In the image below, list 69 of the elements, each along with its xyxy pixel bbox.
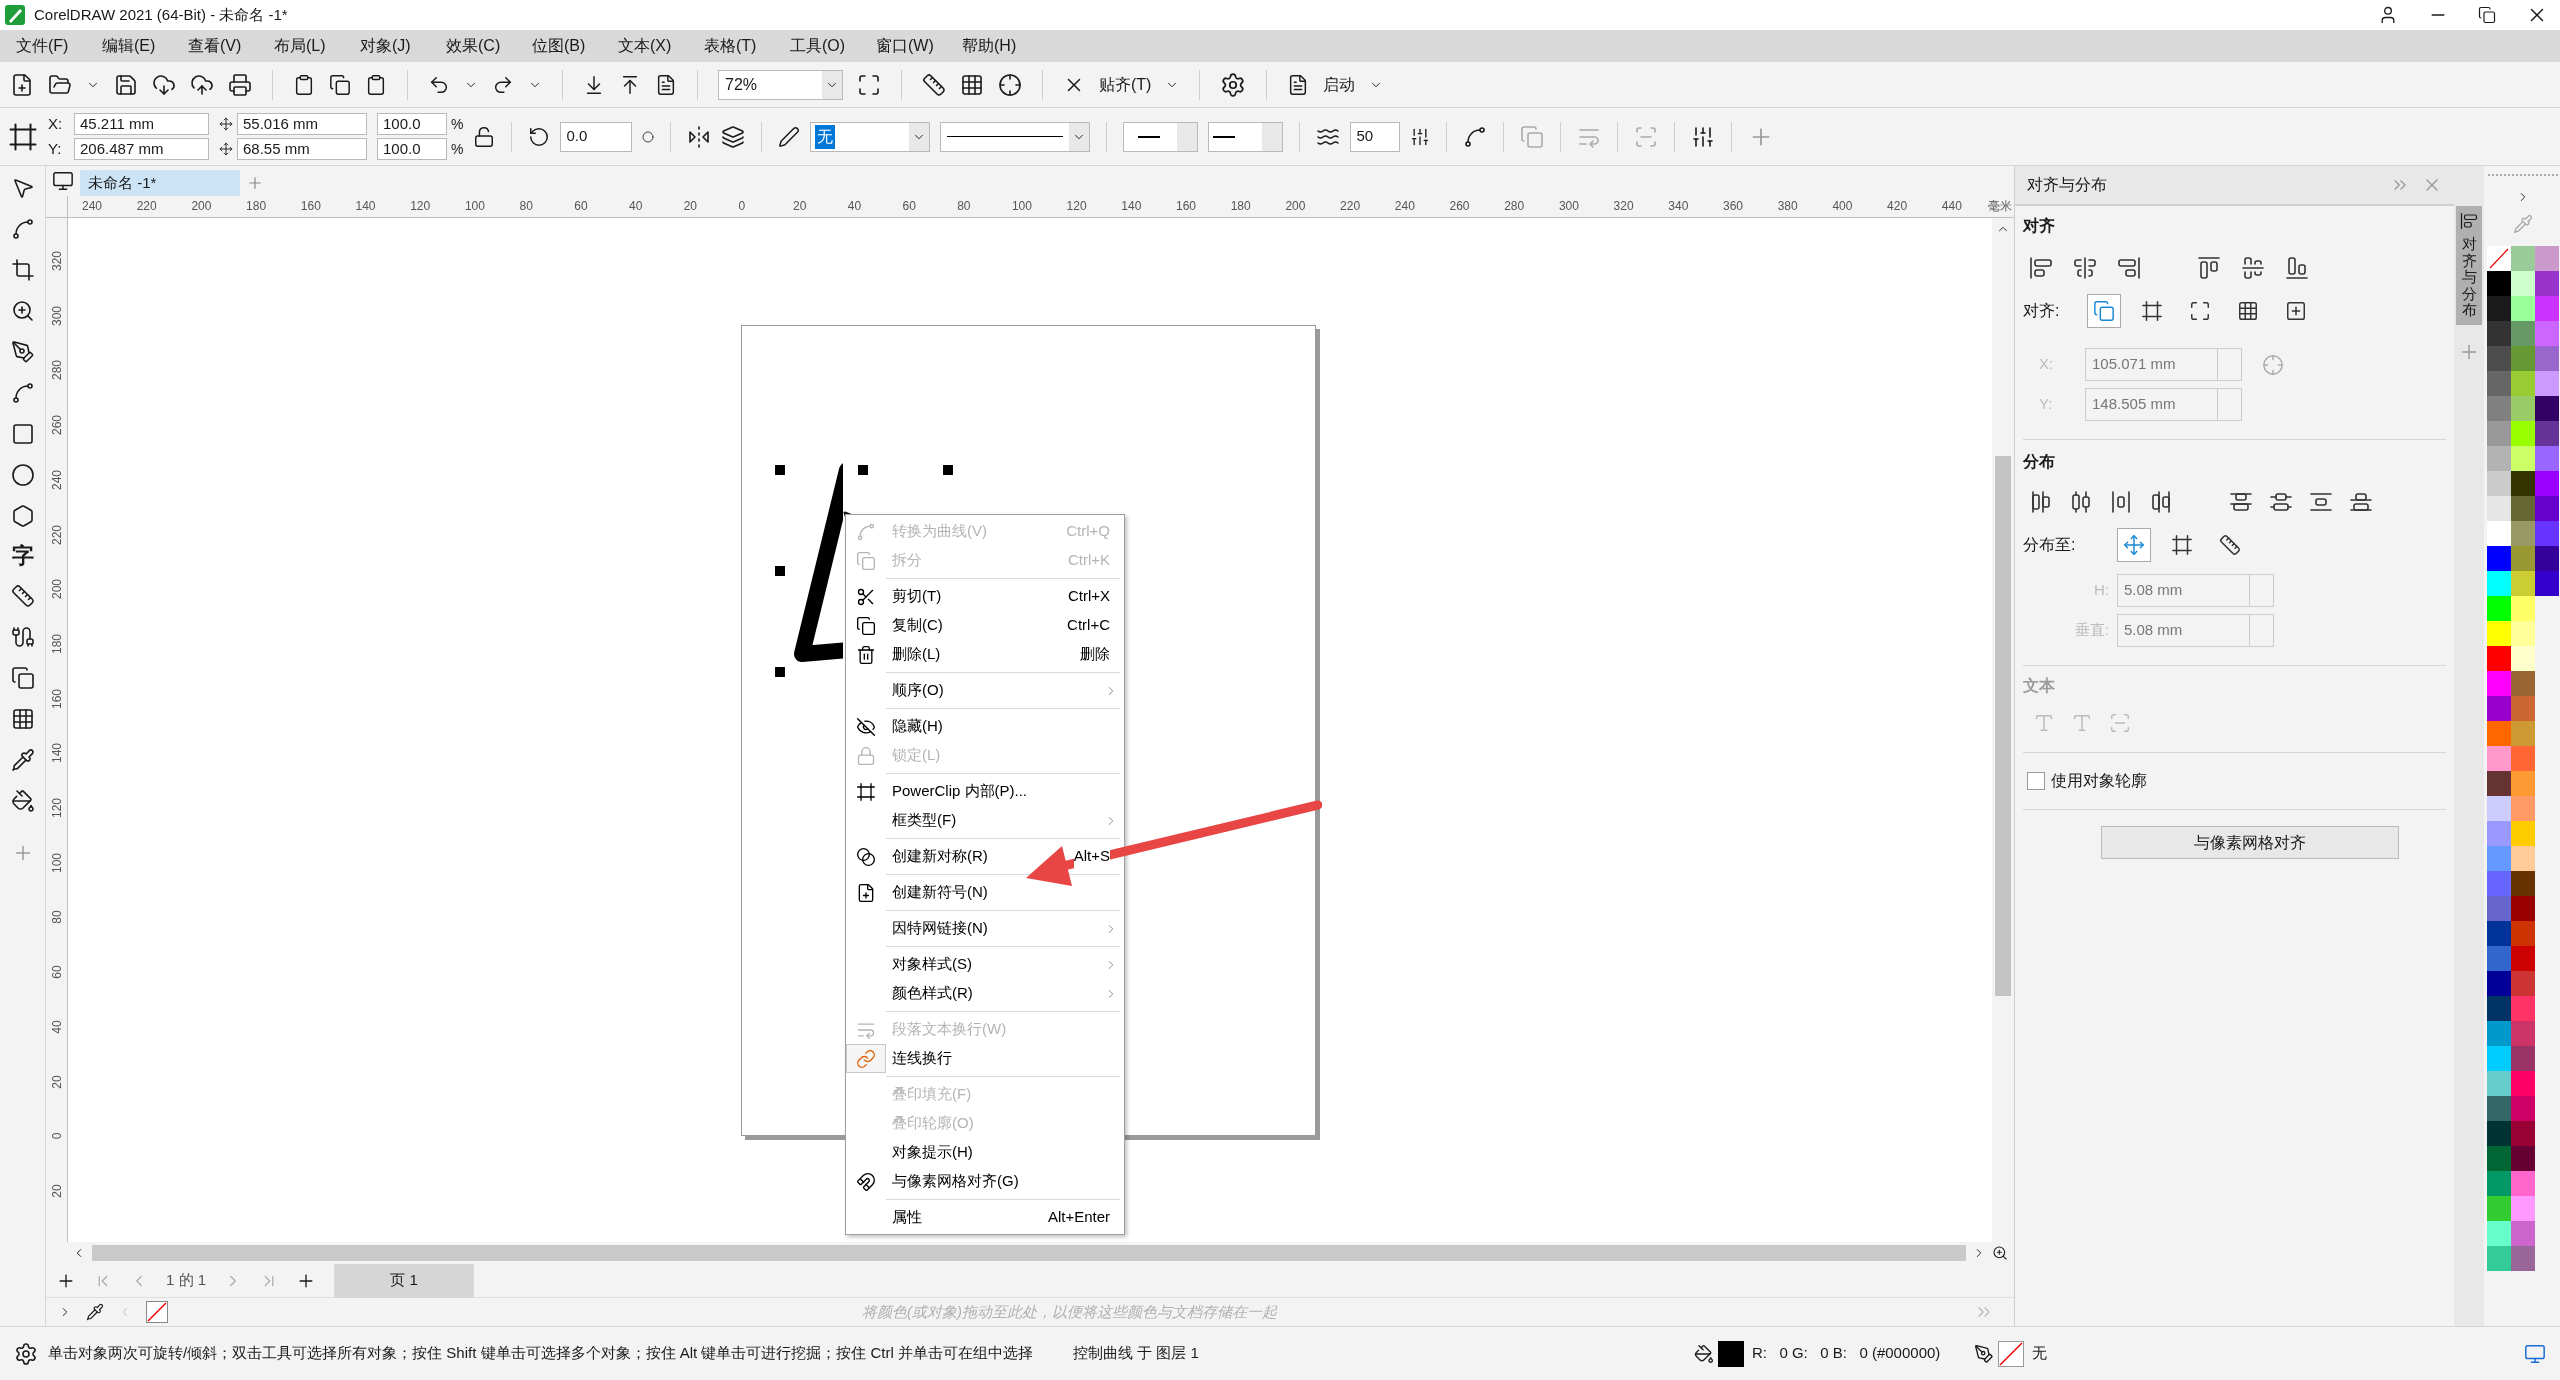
menu-item[interactable]: 属性 Alt+Enter	[846, 1203, 1124, 1232]
x-label: X:	[2039, 354, 2055, 375]
percent-label: %	[451, 139, 464, 159]
section-heading: 分布	[2023, 452, 2056, 472]
menu-item[interactable]: 删除(L) 删除	[846, 640, 1124, 669]
snap-menu[interactable]: 贴齐(T)	[1099, 72, 1152, 97]
menu-item[interactable]: 创建新符号(N)	[846, 878, 1124, 907]
menu-item[interactable]: 框类型(F)	[846, 806, 1124, 835]
menu-item[interactable]: 隐藏(H)	[846, 712, 1124, 741]
menu-item[interactable]: 剪切(T) Ctrl+X	[846, 582, 1124, 611]
height-field[interactable]: 68.55 mm	[237, 138, 367, 160]
y-position-field[interactable]: 206.487 mm	[74, 138, 209, 161]
menu-item[interactable]: PowerClip 内部(P)...	[846, 777, 1124, 806]
window-title: CorelDRAW 2021 (64-Bit) - 未命名 -1*	[34, 4, 288, 25]
menu-item[interactable]: 窗口(W)	[876, 34, 962, 58]
h-label: H:	[2093, 580, 2109, 601]
status-layer: 控制曲线 于 图层 1	[1073, 1343, 1199, 1364]
menu-item[interactable]: 效果(C)	[446, 34, 532, 58]
menu-item[interactable]: 查看(V)	[188, 34, 274, 58]
document-tab[interactable]: 未命名 -1*	[80, 170, 240, 196]
align-to-label: 对齐:	[2023, 301, 2061, 321]
menu-item[interactable]: 文本(X)	[618, 34, 704, 58]
menu-item[interactable]: 顺序(O)	[846, 676, 1124, 705]
rotation-field[interactable]: 0.0	[560, 121, 633, 152]
width-field[interactable]: 55.016 mm	[237, 113, 367, 135]
distribute-to-label: 分布至:	[2023, 535, 2077, 555]
menu-item[interactable]: 位图(B)	[532, 34, 618, 58]
fill-color-values: R: 0 G: 0 B: 0 (#000000)	[1751, 1343, 1941, 1364]
percent-label: %	[451, 114, 464, 134]
section-heading: 对齐	[2023, 216, 2056, 236]
status-hint: 单击对象两次可旋转/倾斜；双击工具可选择所有对象；按住 Shift 键单击可选择多个对象；按住 Alt 键单击可进行挖掘；按住 Ctrl 并单击可在组中选择	[48, 1343, 1034, 1364]
y-field[interactable]: 148.505 mm	[2085, 388, 2242, 421]
y-label: Y:	[2039, 394, 2054, 415]
menu-item[interactable]: 帮助(H)	[962, 34, 1048, 58]
menu-item[interactable]: 布局(L)	[274, 34, 360, 58]
menu-item[interactable]: 编辑(E)	[102, 34, 188, 58]
menu-item[interactable]: 因特网链接(N)	[846, 914, 1124, 943]
outline-value: 无	[2032, 1343, 2048, 1364]
smoothing-field[interactable]: 50	[1350, 121, 1401, 152]
menu-item[interactable]: 复制(C) Ctrl+C	[846, 611, 1124, 640]
x-position-field[interactable]: 45.211 mm	[74, 112, 209, 135]
horizontal-spacing-field[interactable]: 5.08 mm	[2117, 574, 2274, 607]
text-tool[interactable]: 字	[11, 545, 34, 567]
horizontal-ruler: 240 220 200 180 160 140 120 100 80 60 40 20 0 20 40 60 80 100 120 140 160 180 200 220 240 260 280 300 320 340 360 380 400 420 440 毫米	[68, 196, 2014, 218]
x-field[interactable]: 105.071 mm	[2085, 348, 2242, 381]
docker-tab[interactable]: 对齐与分布	[2456, 206, 2482, 325]
launch-menu[interactable]: 启动	[1323, 72, 1356, 97]
scale-y-field[interactable]: 100.0	[377, 138, 447, 160]
zoom-combo[interactable]: 72%	[718, 69, 843, 100]
docker-title: 对齐与分布	[2027, 175, 2107, 195]
menu-item[interactable]: 对象提示(H)	[846, 1138, 1124, 1167]
x-label: X:	[48, 113, 64, 134]
menu-item[interactable]: 颜色样式(R)	[846, 979, 1124, 1008]
snap-to-pixel-grid-button[interactable]: 与像素网格对齐	[2101, 826, 2399, 859]
y-label: Y:	[48, 139, 63, 159]
page-count: 1 的 1	[166, 1270, 207, 1291]
menu-item[interactable]: 表格(T)	[704, 34, 790, 58]
menu-item[interactable]: 文件(F)	[16, 34, 102, 58]
scale-x-field[interactable]: 100.0	[377, 113, 447, 135]
fill-combo[interactable]: 无	[810, 121, 931, 152]
menu-item[interactable]: 对象样式(S)	[846, 950, 1124, 979]
menu-item[interactable]: 工具(O)	[790, 34, 876, 58]
menu-item[interactable]: 对象(J)	[360, 34, 446, 58]
section-heading: 文本	[2023, 676, 2056, 696]
menu-item[interactable]: 与像素网格对齐(G)	[846, 1167, 1124, 1196]
checkbox-label: 使用对象轮廓	[2051, 771, 2147, 791]
vertical-spacing-field[interactable]: 5.08 mm	[2117, 614, 2274, 647]
page-tab[interactable]: 页 1	[334, 1263, 475, 1298]
menu-item[interactable]: 连线换行	[846, 1044, 1124, 1073]
